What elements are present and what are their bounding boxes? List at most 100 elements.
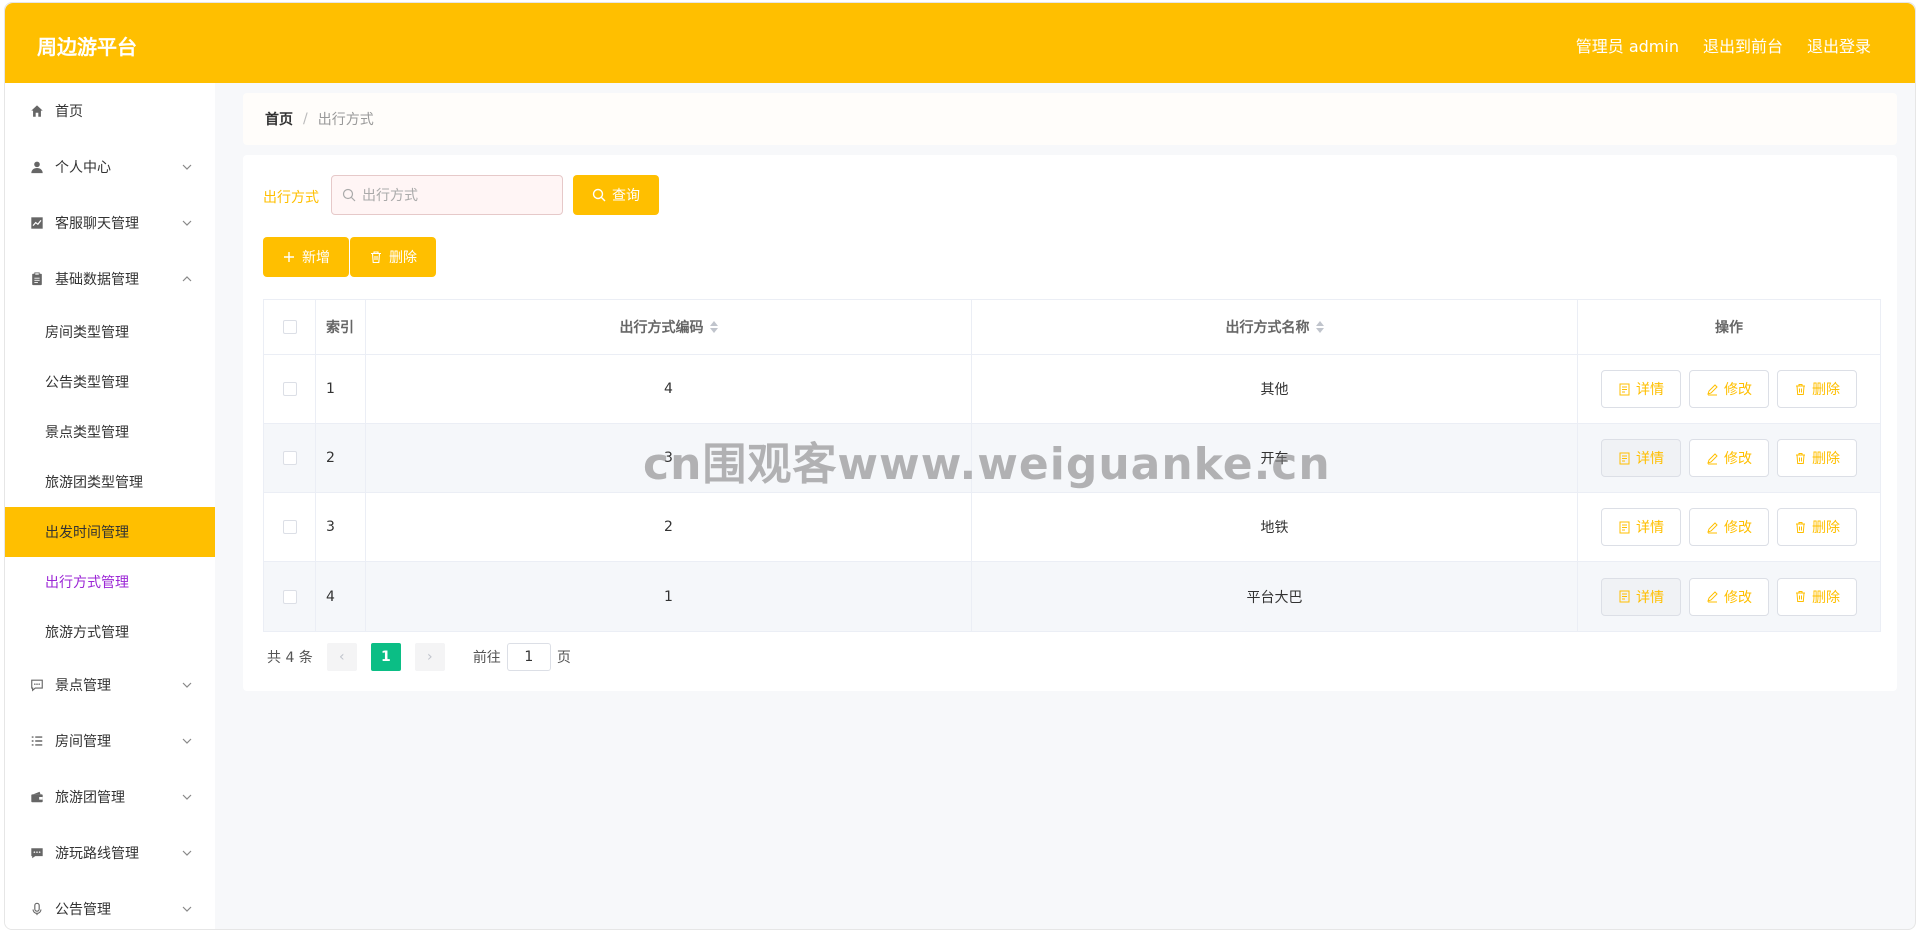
pagination-total: 共 4 条 — [267, 650, 313, 666]
chevron-down-icon — [182, 220, 192, 226]
plus-icon — [284, 252, 294, 262]
sort-icon[interactable] — [709, 321, 718, 333]
row-index: 3 — [316, 493, 366, 561]
sidebar-subitem-room-type[interactable]: 房间类型管理 — [5, 307, 215, 357]
row-ops: 详情 修改 删除 — [1578, 493, 1880, 561]
chat-icon — [29, 677, 45, 693]
batch-delete-button-label: 删除 — [389, 250, 417, 266]
row-code: 2 — [366, 493, 972, 561]
logout-link[interactable]: 退出登录 — [1807, 33, 1871, 57]
row-name: 开车 — [972, 424, 1578, 492]
sidebar-subitem-tour-mode[interactable]: 旅游方式管理 — [5, 607, 215, 657]
sidebar-item-chat[interactable]: 客服聊天管理 — [5, 195, 215, 251]
header-name-label: 出行方式名称 — [1225, 320, 1310, 336]
edit-button[interactable]: 修改 — [1689, 508, 1769, 546]
chevron-down-icon — [182, 906, 192, 912]
sidebar-item-spots[interactable]: 景点管理 — [5, 657, 215, 713]
search-input[interactable]: 出行方式 — [331, 175, 563, 215]
top-header: 周边游平台 管理员 admin 退出到前台 退出登录 — [5, 3, 1915, 83]
query-button[interactable]: 查询 — [573, 175, 659, 215]
row-checkbox[interactable] — [282, 451, 297, 465]
delete-button[interactable]: 删除 — [1777, 577, 1857, 616]
sidebar-item-notices[interactable]: 公告管理 — [5, 881, 215, 929]
breadcrumb-separator: / — [303, 111, 308, 127]
detail-button[interactable]: 详情 — [1601, 370, 1681, 408]
sidebar-subitem-spot-type[interactable]: 景点类型管理 — [5, 407, 215, 457]
delete-button[interactable]: 删除 — [1777, 439, 1857, 477]
row-check-cell — [264, 493, 316, 561]
edit-icon — [1707, 383, 1718, 395]
sidebar-subitem-tour-group-type[interactable]: 旅游团类型管理 — [5, 457, 215, 507]
sidebar-item-personal[interactable]: 个人中心 — [5, 139, 215, 195]
sidebar-item-home[interactable]: 首页 — [5, 83, 215, 139]
header-actions: 管理员 admin 退出到前台 退出登录 — [1576, 33, 1871, 57]
delete-button[interactable]: 删除 — [1777, 370, 1857, 408]
sidebar-item-label: 客服聊天管理 — [55, 216, 139, 232]
breadcrumb-current: 出行方式 — [317, 112, 374, 128]
chevron-down-icon — [182, 738, 192, 744]
content-card: 出行方式 出行方式 查询 新增 删除 索引 出行方式编码 出行方式名称 操作 1… — [243, 155, 1897, 691]
goto-suffix: 页 — [556, 650, 571, 666]
add-button-label: 新增 — [302, 250, 330, 266]
trash-icon — [1796, 521, 1805, 533]
edit-label: 修改 — [1724, 451, 1752, 467]
edit-button[interactable]: 修改 — [1689, 370, 1769, 408]
delete-label: 删除 — [1812, 451, 1840, 467]
edit-button[interactable]: 修改 — [1689, 577, 1769, 616]
table-row: 4 1 平台大巴 详情 修改 删除 — [264, 562, 1880, 631]
page-jump-input[interactable]: 1 — [506, 643, 551, 671]
row-index: 4 — [316, 562, 366, 631]
sidebar-item-label: 景点管理 — [55, 678, 111, 694]
trash-icon — [1796, 452, 1805, 464]
table-row: 3 2 地铁 详情 修改 删除 — [264, 493, 1880, 562]
delete-button[interactable]: 删除 — [1777, 508, 1857, 546]
prev-page-button[interactable]: ‹ — [326, 643, 357, 671]
edit-button[interactable]: 修改 — [1689, 439, 1769, 477]
select-all-checkbox[interactable] — [282, 320, 297, 334]
sidebar-item-routes[interactable]: 游玩路线管理 — [5, 825, 215, 881]
search-label: 出行方式 — [263, 190, 319, 206]
row-checkbox[interactable] — [282, 589, 297, 604]
query-button-label: 查询 — [612, 188, 640, 204]
sidebar-item-rooms[interactable]: 房间管理 — [5, 713, 215, 769]
row-checkbox[interactable] — [282, 520, 297, 534]
add-button[interactable]: 新增 — [263, 237, 349, 277]
header-ops: 操作 — [1715, 320, 1743, 336]
breadcrumb-home[interactable]: 首页 — [265, 109, 293, 129]
sidebar-subitem-travel-mode[interactable]: 出行方式管理 — [5, 557, 215, 607]
chevron-down-icon — [182, 682, 192, 688]
detail-button[interactable]: 详情 — [1601, 508, 1681, 546]
row-checkbox[interactable] — [282, 382, 297, 396]
header-name[interactable]: 出行方式名称 — [972, 300, 1578, 354]
page-number-current[interactable]: 1 — [370, 643, 401, 671]
chart-icon — [29, 215, 45, 231]
sidebar-subitem-departure-time[interactable]: 出发时间管理 — [5, 507, 215, 557]
delete-label: 删除 — [1812, 520, 1840, 536]
sidebar-subitem-notice-type[interactable]: 公告类型管理 — [5, 357, 215, 407]
sidebar-item-label: 旅游团管理 — [55, 790, 125, 806]
table-row: 2 3 开车 详情 修改 删除 — [264, 424, 1880, 493]
search-icon — [592, 188, 606, 202]
page-jump: 前往 1 页 — [473, 643, 571, 671]
detail-label: 详情 — [1636, 451, 1664, 467]
main-content: 首页 / 出行方式 出行方式 出行方式 查询 新增 删除 索引 出行方式编码 出… — [215, 83, 1915, 929]
header-code[interactable]: 出行方式编码 — [366, 300, 972, 354]
admin-label: 管理员 admin — [1575, 37, 1679, 56]
sidebar-item-base-data[interactable]: 基础数据管理 — [5, 251, 215, 307]
chevron-down-icon — [182, 164, 192, 170]
mic-icon — [29, 901, 45, 917]
goto-prefix: 前往 — [472, 650, 501, 666]
document-icon — [1619, 452, 1630, 464]
sort-icon[interactable] — [1315, 321, 1324, 333]
sidebar-item-tour-groups[interactable]: 旅游团管理 — [5, 769, 215, 825]
batch-delete-button[interactable]: 删除 — [350, 237, 436, 277]
edit-label: 修改 — [1724, 589, 1752, 606]
row-code: 3 — [366, 424, 972, 492]
edit-icon — [1707, 521, 1718, 533]
next-page-button[interactable]: › — [414, 643, 445, 671]
detail-label: 详情 — [1636, 382, 1664, 398]
detail-button[interactable]: 详情 — [1601, 577, 1681, 616]
sidebar-item-label: 房间管理 — [55, 734, 111, 750]
detail-button[interactable]: 详情 — [1601, 439, 1681, 477]
exit-to-front-link[interactable]: 退出到前台 — [1703, 33, 1783, 57]
